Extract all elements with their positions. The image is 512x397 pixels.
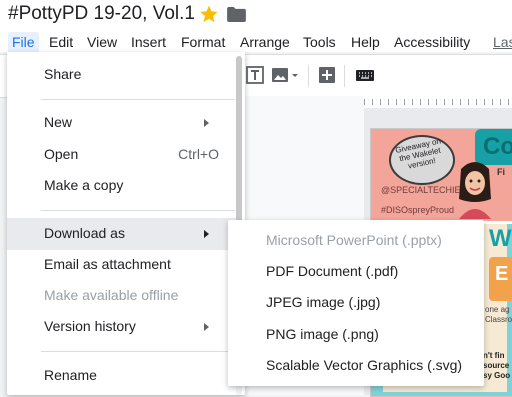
- menu-separator: [41, 210, 235, 211]
- menu-separator: [41, 351, 235, 352]
- menu-help[interactable]: Help: [351, 32, 380, 52]
- menu-item-label: Share: [44, 66, 82, 82]
- toolbar-divider: [344, 65, 345, 87]
- folder-icon[interactable]: [227, 7, 246, 22]
- menu-format[interactable]: Format: [181, 32, 225, 52]
- menu-view[interactable]: View: [87, 32, 117, 52]
- ruler-ticks: [364, 99, 512, 105]
- menu-arrange[interactable]: Arrange: [240, 32, 290, 52]
- menu-item-new[interactable]: New: [7, 107, 237, 139]
- menu-insert[interactable]: Insert: [131, 32, 166, 52]
- keyboard-icon[interactable]: [355, 65, 375, 85]
- slide-side-text: sy Goo: [483, 371, 511, 380]
- menu-item-label: Version history: [44, 318, 136, 334]
- slide-side-text: Co: [483, 133, 512, 160]
- submenu-arrow-icon: [204, 323, 209, 331]
- menu-file[interactable]: File: [8, 32, 39, 52]
- menu-item-email-attachment[interactable]: Email as attachment: [7, 249, 237, 281]
- menu-item-label: Email as attachment: [44, 256, 171, 272]
- slide-side-text: source: [483, 361, 510, 370]
- toolbar-divider: [308, 65, 309, 87]
- menu-bar: File Edit View Insert Format Arrange Too…: [0, 30, 512, 52]
- slide-side-text: Fi: [497, 167, 505, 177]
- download-png-item[interactable]: PNG image (.png): [266, 326, 379, 342]
- file-menu: Share New Open Ctrl+O Make a copy Downlo…: [7, 52, 245, 395]
- slide-side-text: one ag: [485, 305, 510, 314]
- menu-item-make-copy[interactable]: Make a copy: [7, 170, 237, 202]
- menu-item-label: Rename: [44, 367, 97, 383]
- submenu-arrow-icon: [204, 230, 209, 238]
- menu-item-make-offline: Make available offline: [7, 280, 237, 312]
- menu-item-label: Make available offline: [44, 287, 179, 303]
- menu-item-rename[interactable]: Rename: [7, 360, 237, 392]
- image-icon[interactable]: [271, 65, 301, 85]
- download-jpg-item[interactable]: JPEG image (.jpg): [266, 294, 380, 310]
- menu-item-label: Open: [44, 146, 79, 162]
- star-icon[interactable]: [199, 4, 219, 24]
- menu-item-label: New: [44, 114, 73, 130]
- slide-hashtag-text: #DISOspreyProud: [381, 205, 455, 215]
- menu-item-version-history[interactable]: Version history: [7, 311, 237, 343]
- menu-item-label: Make a copy: [44, 177, 124, 193]
- shortcut-label: Ctrl+O: [178, 146, 219, 162]
- menu-separator: [41, 99, 235, 100]
- slide-side-text: W: [489, 225, 512, 252]
- menu-tools[interactable]: Tools: [303, 32, 336, 52]
- submenu-arrow-icon: [204, 119, 209, 127]
- menu-item-download-as[interactable]: Download as: [7, 218, 237, 250]
- title-bar: #PottyPD 19-20, Vol.1: [0, 0, 512, 30]
- textbox-icon[interactable]: [246, 65, 264, 85]
- menu-edit[interactable]: Edit: [49, 32, 73, 52]
- download-pdf-item[interactable]: PDF Document (.pdf): [266, 263, 398, 279]
- download-pptx-item: Microsoft PowerPoint (.pptx): [266, 232, 442, 248]
- download-submenu: Microsoft PowerPoint (.pptx) PDF Documen…: [228, 220, 484, 386]
- last-edit-link[interactable]: Las: [493, 32, 512, 52]
- add-comment-icon[interactable]: [318, 65, 336, 85]
- slide-side-text: n't fin: [483, 351, 505, 360]
- document-title[interactable]: #PottyPD 19-20, Vol.1: [8, 3, 195, 25]
- slide-side-text: E: [495, 263, 509, 285]
- bitmoji-avatar: [459, 162, 491, 219]
- menu-accessibility[interactable]: Accessibility: [394, 32, 470, 52]
- slide-side-text: Classro: [485, 315, 512, 324]
- menu-item-open[interactable]: Open Ctrl+O: [7, 139, 237, 171]
- menu-item-label: Download as: [44, 225, 125, 241]
- menu-item-share[interactable]: Share: [7, 59, 237, 91]
- slide-handle-text: @SPECIALTECHIE: [381, 185, 461, 195]
- download-svg-item[interactable]: Scalable Vector Graphics (.svg): [266, 357, 462, 373]
